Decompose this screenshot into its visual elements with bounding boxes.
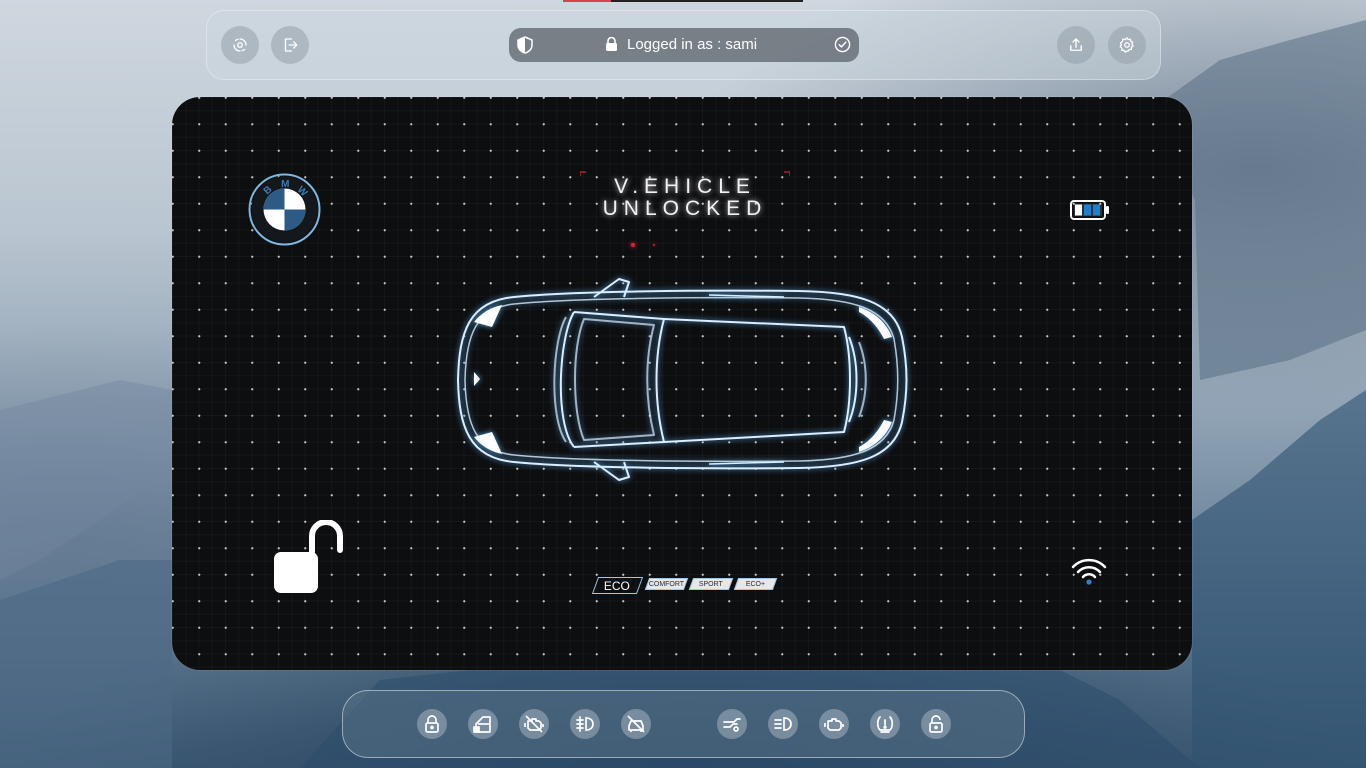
share-icon <box>1070 38 1082 51</box>
bmw-logo: B M W <box>248 173 321 246</box>
top-bar: Logged in as : sami <box>206 10 1161 80</box>
status-line-1: V.EHICLE <box>614 175 756 198</box>
engine-icon <box>824 718 844 731</box>
lock-button[interactable] <box>417 709 447 739</box>
logout-button[interactable] <box>271 26 309 64</box>
unlock-icon <box>929 715 943 733</box>
lock-icon <box>606 37 617 51</box>
mode-eco-plus-label: ECO+ <box>745 580 766 588</box>
car-outline <box>457 278 908 481</box>
mode-eco[interactable]: ECO <box>591 577 644 594</box>
status-indicator-dot <box>631 243 635 247</box>
fog-light-icon <box>576 716 594 732</box>
wifi-icon <box>1071 558 1107 585</box>
unlock-button[interactable] <box>921 709 951 739</box>
mode-sport-label: SPORT <box>699 580 723 588</box>
top-accent-bar <box>563 0 803 2</box>
mode-eco-label: ECO <box>604 578 631 593</box>
gear-icon <box>1119 36 1134 53</box>
tire-pressure-icon <box>876 716 894 733</box>
login-text: Logged in as : sami <box>627 36 758 53</box>
scan-icon <box>233 38 247 52</box>
car-door-icon <box>473 716 491 733</box>
bmw-letter-m: M <box>281 179 290 190</box>
logout-icon <box>284 38 298 52</box>
headlight-button[interactable] <box>768 709 798 739</box>
unlock-icon <box>274 520 343 593</box>
settings-button[interactable] <box>1108 26 1146 64</box>
engine-off-button[interactable] <box>519 709 549 739</box>
shield-icon <box>517 36 533 54</box>
vehicle-dashboard: B M W V.EHICLE UNLOCKED ECO COMFORT SPOR… <box>172 97 1192 670</box>
car-door-button[interactable] <box>468 709 498 739</box>
trunk-icon <box>723 718 741 732</box>
tire-pressure-button[interactable] <box>870 709 900 739</box>
status-line-2: UNLOCKED <box>602 197 768 220</box>
check-circle-icon <box>834 36 851 53</box>
mode-eco-plus[interactable]: ECO+ <box>733 578 778 590</box>
scan-button[interactable] <box>221 26 259 64</box>
mode-comfort-label: COMFORT <box>648 580 685 588</box>
login-status-pill[interactable]: Logged in as : sami <box>509 28 859 62</box>
engine-off-icon <box>524 715 544 733</box>
share-button[interactable] <box>1057 26 1095 64</box>
engine-button[interactable] <box>819 709 849 739</box>
vehicle-lock-status: V.EHICLE UNLOCKED <box>580 175 790 221</box>
status-indicator-dot-small <box>653 244 655 246</box>
headlight-icon <box>774 717 792 731</box>
mode-sport[interactable]: SPORT <box>688 578 734 590</box>
control-bar <box>342 690 1025 758</box>
svg-text:M: M <box>281 179 290 190</box>
trunk-button[interactable] <box>717 709 747 739</box>
mode-comfort[interactable]: COMFORT <box>644 578 689 590</box>
lock-icon <box>425 715 439 733</box>
battery-icon <box>1070 200 1109 220</box>
car-alert-icon <box>627 715 645 733</box>
fog-light-button[interactable] <box>570 709 600 739</box>
car-alert-button[interactable] <box>621 709 651 739</box>
